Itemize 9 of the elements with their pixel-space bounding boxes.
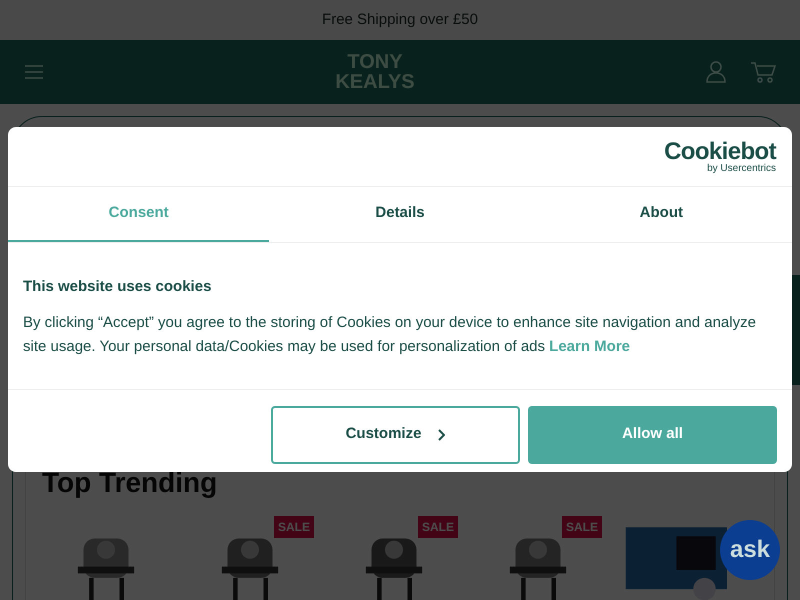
dialog-tab[interactable]: About bbox=[530, 187, 792, 242]
cookiebot-logo: Cookiebot by Usercentrics bbox=[664, 140, 776, 174]
dialog-tab[interactable]: Details bbox=[269, 187, 531, 242]
announcement-text: Free Shipping over £50 bbox=[322, 10, 478, 30]
dialog-body-text: By clicking “Accept” you agree to the storing of Cookies on your device to enhance site navigation and analyze site usage. Your personal data/Cookies may be used for personalization of ads Learn More bbox=[23, 312, 757, 356]
section-title: Top Trending bbox=[42, 466, 218, 500]
dialog-heading: This website uses cookies bbox=[23, 277, 212, 297]
chevron-right-icon bbox=[437, 428, 446, 440]
customize-button[interactable]: Customize bbox=[271, 406, 520, 464]
